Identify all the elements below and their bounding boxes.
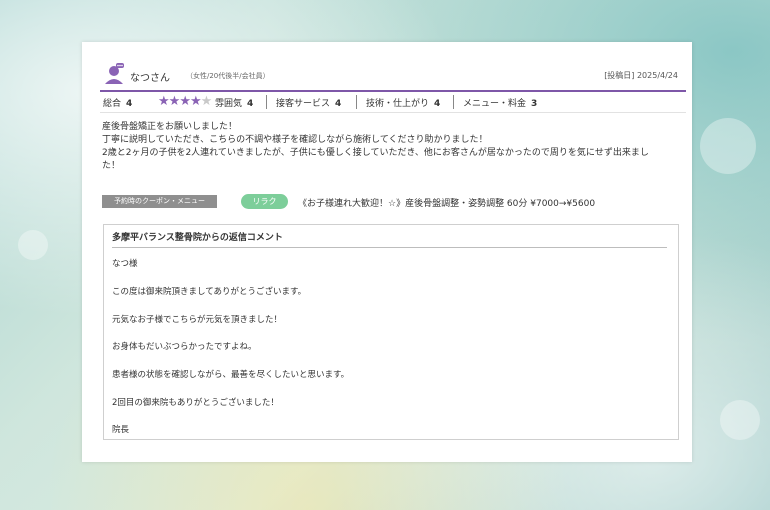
reviewer-meta: （女性/20代後半/会社員） bbox=[186, 72, 270, 80]
reply-title: 多摩平バランス整骨院からの返信コメント bbox=[112, 230, 667, 248]
reply-signature: 院長 bbox=[112, 425, 130, 435]
rating-label: 接客サービス bbox=[276, 99, 331, 109]
rating-atmosphere: 雰囲気 4 bbox=[215, 96, 253, 109]
rating-menu-price: メニュー・料金 3 bbox=[463, 96, 537, 109]
ratings-row: 総合 4 ★★★★★ 雰囲気 4 接客サービス 4 技術・仕上がり 4 メニュー・料金 3 bbox=[100, 92, 686, 113]
coupon-label: 予約時のクーポン・メニュー bbox=[102, 195, 217, 208]
reply-line: 2回目の御来院もありがとうございました！ bbox=[112, 398, 279, 408]
star-icon: ★ bbox=[189, 94, 202, 109]
review-line: 2歳と2ヶ月の子供を2人連れていきましたが、子供にも優しく接していただき、他にお… bbox=[102, 148, 649, 158]
overall-value: 4 bbox=[126, 99, 133, 109]
rating-label: メニュー・料金 bbox=[463, 99, 527, 109]
overall-label: 総合 bbox=[103, 99, 122, 109]
star-icon: ★ bbox=[179, 94, 191, 109]
review-header: なつさん （女性/20代後半/会社員） [投稿日] 2025/4/24 bbox=[100, 62, 686, 92]
overall-rating: 総合 4 bbox=[103, 96, 132, 109]
background-bubble bbox=[700, 118, 756, 174]
rating-value: 3 bbox=[531, 99, 538, 109]
reply-line: 元気なお子様でこちらが元気を頂きました！ bbox=[112, 315, 283, 325]
review-card: なつさん （女性/20代後半/会社員） [投稿日] 2025/4/24 総合 4 … bbox=[82, 42, 692, 462]
coupon-link[interactable]: 《お子様連れ大歓迎！☆》産後骨盤調整・姿勢調整 60分 ¥7000→¥5600 bbox=[298, 196, 595, 209]
rating-service: 接客サービス 4 bbox=[276, 96, 341, 109]
review-line: た！ bbox=[102, 161, 121, 171]
reply-line: お身体もだいぶつらかったですよね。 bbox=[112, 342, 257, 352]
coupon-category-tag: リラク bbox=[241, 194, 288, 209]
rating-divider bbox=[356, 95, 357, 109]
star-icon: ★ bbox=[200, 94, 213, 109]
rating-label: 技術・仕上がり bbox=[366, 99, 430, 109]
reviewer-name[interactable]: なつさん bbox=[130, 69, 170, 84]
rating-value: 4 bbox=[335, 99, 342, 109]
star-rating: ★★★★★ bbox=[158, 94, 213, 109]
rating-label: 雰囲気 bbox=[215, 99, 243, 109]
reply-line: なつ様 bbox=[112, 259, 138, 269]
reply-line: この度は御来院頂きましてありがとうございます。 bbox=[112, 287, 307, 297]
review-body: 産後骨盤矯正をお願いしました！ 丁寧に説明していただき、こちらの不調や様子を確認… bbox=[102, 121, 674, 173]
reply-line: 患者様の状態を確認しながら、最善を尽くしたいと思います。 bbox=[112, 370, 350, 380]
background-bubble bbox=[18, 230, 48, 260]
rating-value: 4 bbox=[247, 99, 254, 109]
review-line: 産後骨盤矯正をお願いしました！ bbox=[102, 122, 238, 132]
background-bubble bbox=[720, 400, 760, 440]
rating-technique: 技術・仕上がり 4 bbox=[366, 96, 440, 109]
review-line: 丁寧に説明していただき、こちらの不調や様子を確認しながら施術してくださり助かりま… bbox=[102, 135, 488, 145]
star-icon: ★ bbox=[168, 94, 181, 109]
user-avatar-icon bbox=[105, 63, 124, 84]
posted-date: [投稿日] 2025/4/24 bbox=[604, 71, 678, 80]
reply-box: 多摩平バランス整骨院からの返信コメント なつ様 この度は御来院頂きましてありがと… bbox=[103, 224, 679, 440]
star-icon: ★ bbox=[158, 94, 170, 109]
rating-divider bbox=[266, 95, 267, 109]
rating-value: 4 bbox=[434, 99, 441, 109]
rating-divider bbox=[453, 95, 454, 109]
